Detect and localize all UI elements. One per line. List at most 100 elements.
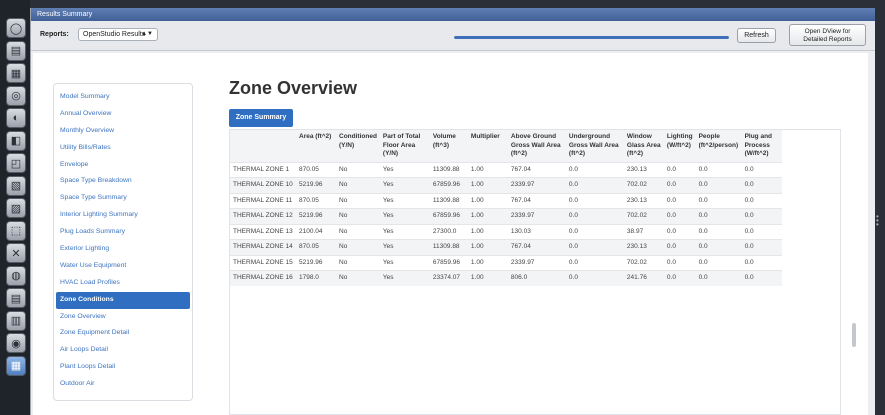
sidebar-item-air-loops-detail[interactable]: Air Loops Detail xyxy=(54,342,192,359)
sidebar-item-hvac-load-profiles[interactable]: HVAC Load Profiles xyxy=(54,275,192,292)
simulation-settings-icon[interactable]: ▤ xyxy=(6,288,26,308)
sidebar-item-exterior-lighting[interactable]: Exterior Lighting xyxy=(54,241,192,258)
table-scrollbar[interactable] xyxy=(852,323,856,347)
space-types-icon[interactable]: ◧ xyxy=(6,130,26,151)
output-variables-icon[interactable]: ◍ xyxy=(6,265,26,286)
table-cell: 38.97 xyxy=(623,223,664,240)
table-cell: 23374.07 xyxy=(429,270,468,286)
constructions-icon[interactable]: ◎ xyxy=(6,85,26,106)
zone-summary-tab[interactable]: Zone Summary xyxy=(229,109,293,127)
table-cell: 0.0 xyxy=(565,192,624,209)
table-cell: 0.0 xyxy=(695,239,742,255)
scripts-icon[interactable]: ▥ xyxy=(6,310,26,331)
refresh-button[interactable]: Refresh xyxy=(737,28,776,43)
table-row: THERMAL ZONE 16 1798.0 No Yes 23374.07 1.00 80… xyxy=(230,270,782,286)
table-cell: 0.0 xyxy=(663,177,696,193)
table-cell: Yes xyxy=(379,192,430,209)
zone-name-cell: THERMAL ZONE 15 xyxy=(230,254,296,271)
zone-name-cell: THERMAL ZONE 13 xyxy=(230,223,296,240)
table-cell: 0.0 xyxy=(695,161,742,178)
facility-icon[interactable]: ▧ xyxy=(6,175,26,196)
sidebar-item-zone-equipment-detail[interactable]: Zone Equipment Detail xyxy=(54,325,192,342)
table-cell: 767.04 xyxy=(507,192,566,209)
loads-icon[interactable]: ◐ xyxy=(6,108,26,128)
zone-table-container: Area (ft^2) Conditioned (Y/N) Part of Tota… xyxy=(229,129,841,415)
table-cell: 0.0 xyxy=(741,208,782,224)
report-sidebar: Model Summary Annual Overview Monthly Over… xyxy=(53,83,193,401)
sidebar-item-zone-overview[interactable]: Zone Overview xyxy=(54,309,192,326)
dview-button-line1: Open DView for xyxy=(804,28,851,35)
table-row: THERMAL ZONE 13 2100.04 No Yes 27300.0 1.00 13… xyxy=(230,223,782,240)
site-icon[interactable]: ▤ xyxy=(6,40,26,61)
window-title: Results Summary xyxy=(31,8,875,21)
table-cell: 67859.96 xyxy=(429,208,468,224)
hvac-icon[interactable]: ✕ xyxy=(6,243,26,263)
open-dview-button[interactable]: Open DView for Detailed Reports xyxy=(789,24,866,46)
table-cell: 1.00 xyxy=(467,223,508,240)
sidebar-item-outdoor-air[interactable]: Outdoor Air xyxy=(54,376,192,393)
table-cell: 0.0 xyxy=(741,223,782,240)
table-cell: No xyxy=(336,223,380,240)
table-cell: 0.0 xyxy=(695,192,742,209)
table-cell: 2100.04 xyxy=(296,223,336,240)
table-cell: No xyxy=(336,239,380,255)
column-header: Above Ground Gross Wall Area (ft^2) xyxy=(507,130,566,162)
sidebar-item-interior-lighting-summary[interactable]: Interior Lighting Summary xyxy=(54,207,192,224)
table-cell: 0.0 xyxy=(695,270,742,286)
tool-strip: ◯ ▤ ▦ ◎ ◐ ◧ ◰ ▧ ▨ ⬚ ✕ ◍ ▤ ▥ ◉ ▦ xyxy=(0,0,30,415)
table-cell: 230.13 xyxy=(623,239,664,255)
table-cell: 230.13 xyxy=(623,161,664,178)
zone-name-cell: THERMAL ZONE 10 xyxy=(230,177,296,193)
table-cell: 702.02 xyxy=(623,254,664,271)
sidebar-item-monthly-overview[interactable]: Monthly Overview xyxy=(54,123,192,140)
table-cell: 1.00 xyxy=(467,192,508,209)
sidebar-item-model-summary[interactable]: Model Summary xyxy=(54,89,192,106)
column-header: Lighting (W/ft^2) xyxy=(663,130,696,162)
table-cell: Yes xyxy=(379,239,430,255)
table-cell: Yes xyxy=(379,270,430,286)
thermal-zones-icon[interactable]: ⬚ xyxy=(6,220,26,241)
reports-toolbar: Reports: OpenStudio Results ▲▼ Refresh O… xyxy=(31,21,875,51)
sidebar-item-zone-conditions[interactable]: Zone Conditions xyxy=(56,291,190,309)
table-cell: 2339.97 xyxy=(507,208,566,224)
sidebar-item-plant-loops-detail[interactable]: Plant Loops Detail xyxy=(54,359,192,376)
column-header: Window Glass Area (ft^2) xyxy=(623,130,664,162)
table-cell: No xyxy=(336,177,380,193)
building-icon[interactable]: ◯ xyxy=(6,18,26,38)
schedules-icon[interactable]: ▦ xyxy=(6,63,26,83)
dview-button-line2: Detailed Reports xyxy=(803,36,852,43)
run-icon[interactable]: ◉ xyxy=(6,333,26,353)
table-cell: 67859.96 xyxy=(429,177,468,193)
sidebar-item-water-use-equipment[interactable]: Water Use Equipment xyxy=(54,258,192,275)
geometry-icon[interactable]: ◰ xyxy=(6,153,26,173)
table-cell: 1.00 xyxy=(467,270,508,286)
reports-select[interactable]: OpenStudio Results ▲▼ xyxy=(78,28,158,41)
sidebar-item-space-type-summary[interactable]: Space Type Summary xyxy=(54,190,192,207)
table-cell: 0.0 xyxy=(663,223,696,240)
table-header-row: Area (ft^2) Conditioned (Y/N) Part of Tota… xyxy=(230,130,782,162)
report-page: Model Summary Annual Overview Monthly Over… xyxy=(33,53,868,415)
column-header: Part of Total Floor Area (Y/N) xyxy=(379,130,430,162)
reports-select-value: OpenStudio Results xyxy=(83,31,146,38)
sidebar-item-annual-overview[interactable]: Annual Overview xyxy=(54,106,192,123)
table-cell: 0.0 xyxy=(741,161,782,178)
table-cell: 0.0 xyxy=(741,192,782,209)
table-cell: Yes xyxy=(379,223,430,240)
table-cell: 0.0 xyxy=(695,254,742,271)
zone-name-cell: THERMAL ZONE 1 xyxy=(230,161,296,178)
sidebar-item-envelope[interactable]: Envelope xyxy=(54,157,192,174)
splitter-handle-icon[interactable]: • • • xyxy=(876,213,880,229)
results-window: Results Summary Reports: OpenStudio Resu… xyxy=(30,8,875,415)
column-header: Area (ft^2) xyxy=(296,130,336,162)
spaces-icon[interactable]: ▨ xyxy=(6,198,26,218)
table-cell: 0.0 xyxy=(741,239,782,255)
sidebar-item-plug-loads-summary[interactable]: Plug Loads Summary xyxy=(54,224,192,241)
table-cell: 67859.96 xyxy=(429,254,468,271)
sidebar-item-utility-bills-rates[interactable]: Utility Bills/Rates xyxy=(54,140,192,157)
reports-label: Reports: xyxy=(40,31,69,38)
results-icon[interactable]: ▦ xyxy=(6,355,26,376)
table-cell: No xyxy=(336,192,380,209)
sidebar-item-space-type-breakdown[interactable]: Space Type Breakdown xyxy=(54,173,192,190)
table-cell: Yes xyxy=(379,177,430,193)
table-cell: 5219.96 xyxy=(296,254,336,271)
